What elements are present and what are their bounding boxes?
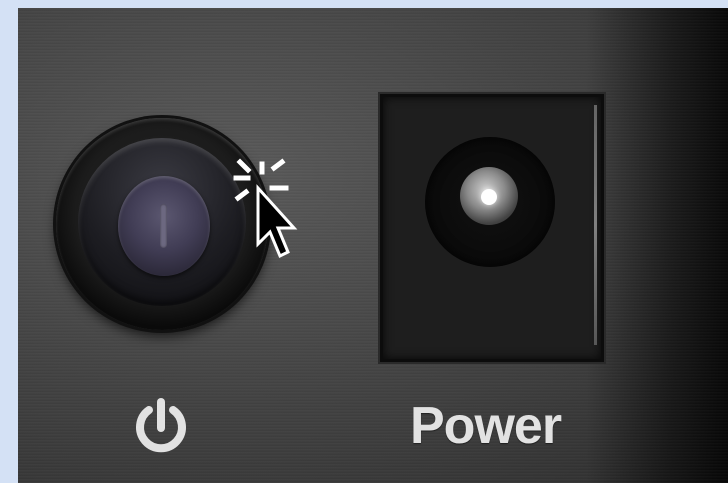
power-jack-pin [481,189,497,205]
power-label: Power [410,397,562,455]
power-jack[interactable] [380,94,604,362]
device-rear-panel: Power [18,8,728,483]
power-jack-edge [594,105,597,345]
power-button-indicator [160,204,167,248]
power-button[interactable] [56,118,268,330]
screenshot-frame: Power [0,0,728,483]
power-icon [136,398,186,453]
